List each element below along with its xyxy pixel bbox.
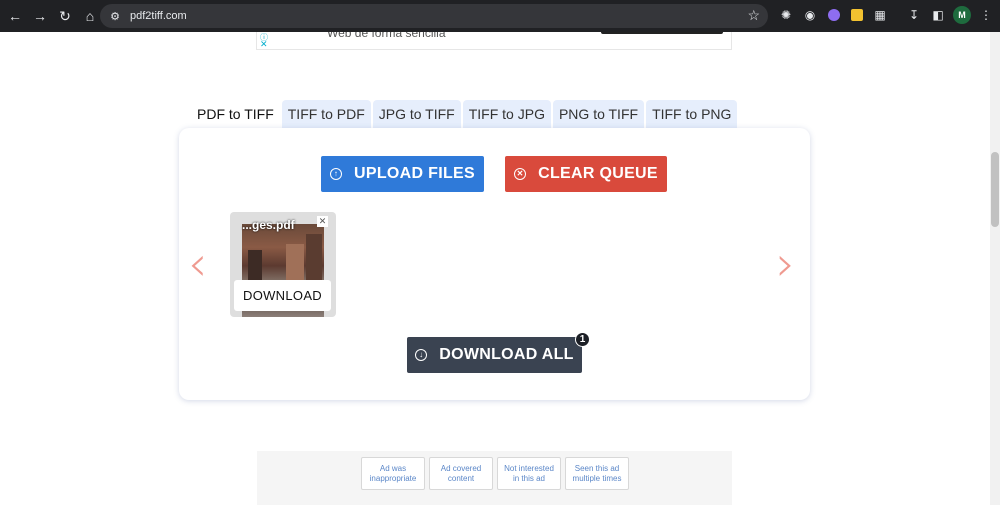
remove-file-icon[interactable]: ✕ <box>317 216 328 227</box>
clear-icon: ✕ <box>514 168 527 180</box>
ad-text: Web de forma sencilla <box>327 32 446 40</box>
tab-pdf-to-tiff[interactable]: PDF to TIFF <box>191 100 280 128</box>
carousel-prev-icon[interactable]: ‹ <box>188 236 207 292</box>
ad-feedback-not-interested[interactable]: Not interested in this ad <box>497 457 561 490</box>
converter-panel: ↑ UPLOAD FILES ✕ CLEAR QUEUE ‹ › ...ges.… <box>179 128 810 400</box>
upload-label: UPLOAD FILES <box>354 165 475 182</box>
download-icon: ↓ <box>415 349 428 361</box>
ad-close-icon[interactable]: ✕ <box>260 39 268 49</box>
address-bar[interactable]: ⚙ pdf2tiff.com ☆ <box>100 4 768 28</box>
forward-icon[interactable]: → <box>29 5 51 27</box>
home-icon[interactable]: ⌂ <box>79 5 101 27</box>
extension-yellow-icon[interactable] <box>848 6 866 24</box>
page-scrollbar[interactable] <box>990 32 1000 505</box>
tab-jpg-to-tiff[interactable]: JPG to TIFF <box>372 100 461 128</box>
extension-purple-icon[interactable] <box>825 6 843 24</box>
downloads-icon[interactable]: ↧ <box>905 6 923 24</box>
ad-feedback-inappropriate[interactable]: Ad was inappropriate <box>361 457 425 490</box>
extensions-puzzle-icon[interactable]: ▦ <box>871 6 889 24</box>
tab-tiff-to-jpg[interactable]: TIFF to JPG <box>462 100 551 128</box>
menu-kebab-icon[interactable]: ⋮ <box>977 6 995 24</box>
ad-cta-button[interactable] <box>601 32 723 34</box>
bookmark-star-icon[interactable]: ☆ <box>747 7 760 24</box>
clear-label: CLEAR QUEUE <box>538 165 658 182</box>
tab-tiff-to-pdf[interactable]: TIFF to PDF <box>281 100 371 128</box>
ad-feedback-panel: Ad was inappropriate Ad covered content … <box>257 451 732 505</box>
upload-icon: ↑ <box>330 168 343 180</box>
file-name: ...ges.pdf <box>242 218 295 232</box>
upload-files-button[interactable]: ↑ UPLOAD FILES <box>321 156 484 192</box>
back-icon[interactable]: ← <box>4 5 26 27</box>
download-all-label: DOWNLOAD ALL <box>439 346 574 363</box>
file-thumbnail: ...ges.pdf ✕ DOWNLOAD <box>230 212 336 317</box>
carousel-next-icon[interactable]: › <box>776 236 795 292</box>
download-all-button[interactable]: ↓ DOWNLOAD ALL <box>407 337 582 373</box>
extension-camera-icon[interactable]: ◉ <box>801 6 819 24</box>
scroll-thumb[interactable] <box>991 152 999 227</box>
profile-avatar[interactable]: M <box>953 6 971 24</box>
tab-png-to-tiff[interactable]: PNG to TIFF <box>552 100 645 128</box>
side-panel-icon[interactable]: ◧ <box>929 6 947 24</box>
converter-tabs: PDF to TIFF TIFF to PDF JPG to TIFF TIFF… <box>191 100 739 128</box>
site-settings-icon[interactable]: ⚙ <box>108 9 122 23</box>
download-count-badge: 1 <box>575 332 590 347</box>
reload-icon[interactable]: ↻ <box>54 5 76 27</box>
clear-queue-button[interactable]: ✕ CLEAR QUEUE <box>505 156 667 192</box>
ad-feedback-seen-multiple[interactable]: Seen this ad multiple times <box>565 457 629 490</box>
ad-feedback-covered-content[interactable]: Ad covered content <box>429 457 493 490</box>
tab-tiff-to-png[interactable]: TIFF to PNG <box>646 100 738 128</box>
top-ad-banner[interactable]: ⓘ ✕ Web de forma sencilla <box>256 32 732 50</box>
url-text[interactable]: pdf2tiff.com <box>130 10 187 22</box>
file-download-button[interactable]: DOWNLOAD <box>234 280 331 311</box>
extension-react-icon[interactable]: ✺ <box>777 6 795 24</box>
